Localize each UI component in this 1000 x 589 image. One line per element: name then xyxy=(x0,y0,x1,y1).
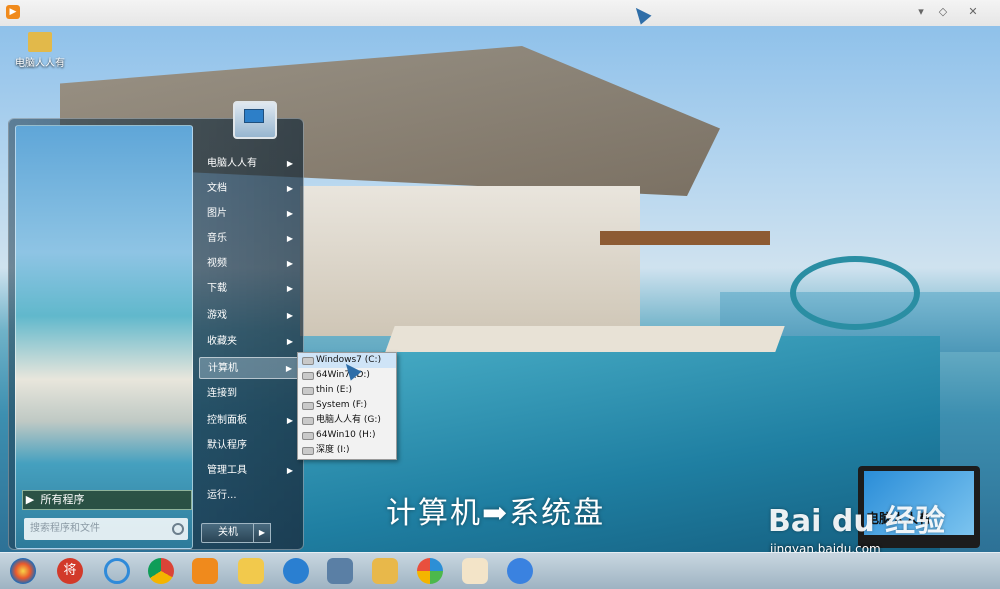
chevron-right-icon: ▶ xyxy=(286,234,293,243)
drive-item-g[interactable]: 电脑人人有 (G:) xyxy=(298,413,396,428)
ring-sculpture xyxy=(790,256,920,330)
window-titlebar: ▶ ▾ ◇ ✕ xyxy=(0,0,1000,27)
search-input[interactable]: 搜索程序和文件 xyxy=(24,518,188,540)
tutorial-caption: 计算机➡系统盘 xyxy=(386,496,606,531)
file-explorer-icon[interactable] xyxy=(372,558,398,584)
play-arrow-icon: ▶ xyxy=(25,493,35,506)
taskbar: 将 xyxy=(0,552,1000,589)
menu-item-user-folder[interactable]: 电脑人人有 ▶ xyxy=(199,153,299,175)
chevron-right-icon: ▶ xyxy=(285,364,292,373)
shutdown-options-button[interactable]: ▶ xyxy=(253,523,271,543)
paint-icon[interactable] xyxy=(462,558,488,584)
pool-deck xyxy=(385,326,785,352)
menu-item-default-programs[interactable]: 默认程序 xyxy=(199,435,299,457)
menu-item-run[interactable]: 运行... xyxy=(199,485,299,507)
browser-icon[interactable] xyxy=(283,558,309,584)
chevron-right-icon: ▶ xyxy=(286,284,293,293)
all-programs-button[interactable]: ▶ 所有程序 xyxy=(22,490,192,510)
jiang-icon[interactable]: 将 xyxy=(57,558,83,584)
chevron-right-icon: ▶ xyxy=(286,466,293,475)
menu-item-computer[interactable]: 计算机 ▶ xyxy=(199,357,299,379)
remote-desktop-icon[interactable] xyxy=(327,558,353,584)
drive-icon xyxy=(302,372,314,380)
menu-item-pictures[interactable]: 图片 ▶ xyxy=(199,203,299,225)
menu-item-admin-tools[interactable]: 管理工具 ▶ xyxy=(199,460,299,482)
folder-arrow-icon[interactable] xyxy=(238,558,264,584)
menu-item-videos[interactable]: 视频 ▶ xyxy=(199,253,299,275)
desktop-icon-label: 电脑人人有 xyxy=(15,58,65,69)
chevron-right-icon: ▶ xyxy=(286,311,293,320)
drive-icon xyxy=(302,447,314,455)
all-programs-label: 所有程序 xyxy=(40,493,85,506)
folder-icon xyxy=(28,32,52,52)
chevron-right-icon: ▶ xyxy=(286,259,293,268)
shutdown-button[interactable]: 关机 xyxy=(201,523,255,543)
dropdown-button[interactable]: ▾ xyxy=(912,4,930,20)
drive-icon xyxy=(302,417,314,425)
menu-item-favorites[interactable]: 收藏夹 ▶ xyxy=(199,331,299,353)
baidu-watermark: Bai du 经验 xyxy=(768,504,946,539)
drive-item-f[interactable]: System (F:) xyxy=(298,398,396,413)
app-icon[interactable] xyxy=(507,558,533,584)
ie-icon[interactable] xyxy=(104,558,130,584)
close-button[interactable]: ✕ xyxy=(964,4,982,20)
chevron-right-icon: ▶ xyxy=(286,416,293,425)
villa-wall xyxy=(300,186,640,336)
app-logo-icon: ▶ xyxy=(6,5,20,19)
menu-item-connect-to[interactable]: 连接到 xyxy=(199,383,299,405)
drive-icon xyxy=(302,402,314,410)
pergola-beam xyxy=(600,231,770,245)
chevron-right-icon: ▶ xyxy=(286,159,293,168)
start-orb-icon[interactable] xyxy=(10,558,36,584)
chevron-right-icon: ▶ xyxy=(286,184,293,193)
pinwheel-icon[interactable] xyxy=(417,558,443,584)
drive-item-h[interactable]: 64Win10 (H:) xyxy=(298,428,396,443)
desktop-icon-folder[interactable]: 电脑人人有 xyxy=(10,32,70,69)
chevron-right-icon: ▶ xyxy=(286,209,293,218)
user-picture[interactable] xyxy=(233,101,277,139)
drive-item-i[interactable]: 深度 (I:) xyxy=(298,443,396,458)
start-menu-programs-pane: ▶ 所有程序 搜索程序和文件 xyxy=(15,125,193,549)
drive-icon xyxy=(302,387,314,395)
menu-item-downloads[interactable]: 下载 ▶ xyxy=(199,278,299,300)
restore-button[interactable]: ◇ xyxy=(934,4,952,20)
search-placeholder: 搜索程序和文件 xyxy=(30,523,100,534)
menu-item-documents[interactable]: 文档 ▶ xyxy=(199,178,299,200)
chevron-right-icon: ▶ xyxy=(286,337,293,346)
drive-icon xyxy=(302,357,314,365)
chrome-icon[interactable] xyxy=(148,558,174,584)
start-menu-links-pane: 电脑人人有 ▶ 文档 ▶ 图片 ▶ 音乐 ▶ 视频 ▶ 下载 ▶ 游戏 ▶ 收藏夹 ▶ 计算机 ▶… xyxy=(195,101,301,549)
menu-item-music[interactable]: 音乐 ▶ xyxy=(199,228,299,250)
drive-icon xyxy=(302,432,314,440)
menu-item-games[interactable]: 游戏 ▶ xyxy=(199,305,299,327)
start-menu: ▶ 所有程序 搜索程序和文件 电脑人人有 ▶ 文档 ▶ 图片 ▶ 音乐 ▶ 视频 ▶ 下载… xyxy=(8,101,304,550)
drive-item-e[interactable]: thin (E:) xyxy=(298,383,396,398)
media-player-icon[interactable] xyxy=(192,558,218,584)
menu-item-control-panel[interactable]: 控制面板 ▶ xyxy=(199,410,299,432)
search-icon xyxy=(172,523,184,535)
